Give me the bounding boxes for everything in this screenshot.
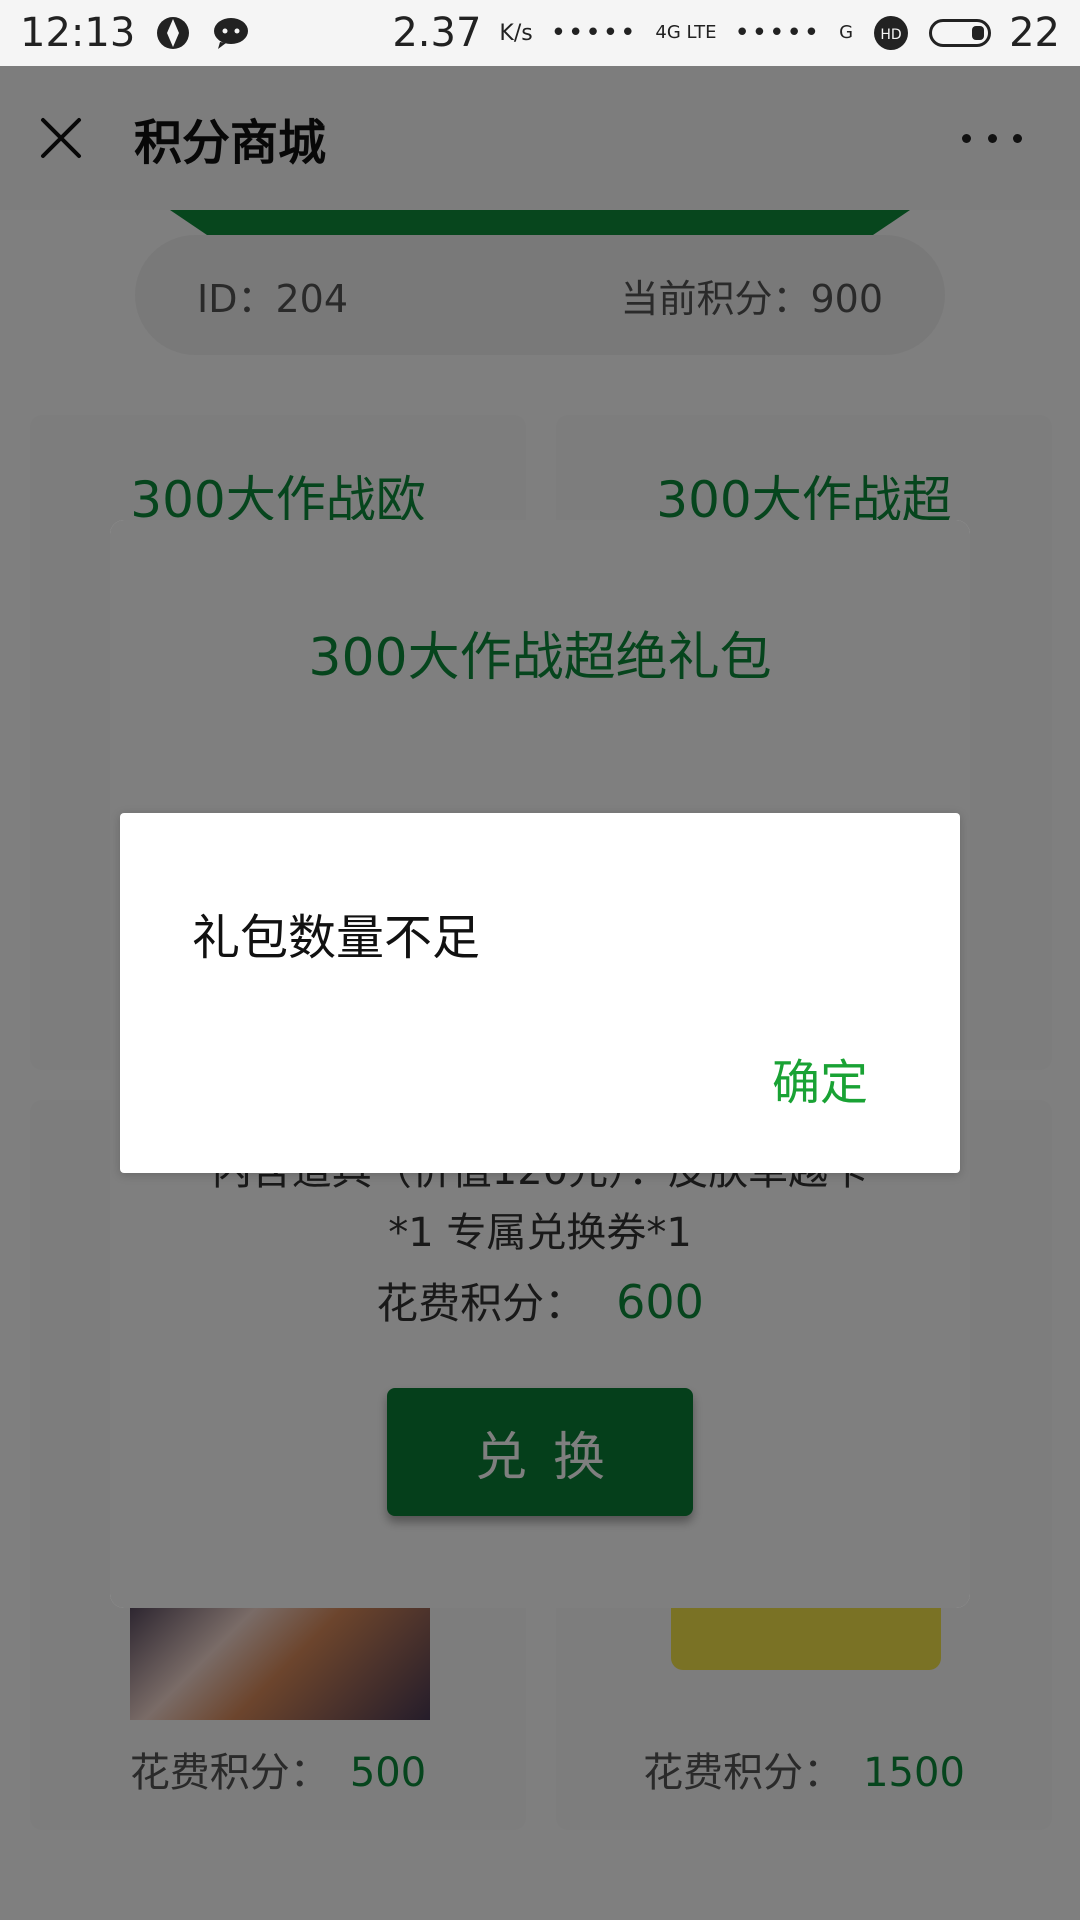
alert-message: 礼包数量不足 bbox=[192, 910, 481, 966]
svg-text:HD: HD bbox=[880, 27, 901, 43]
g-label: G bbox=[839, 22, 854, 43]
network-type: 4G LTE bbox=[655, 22, 717, 43]
status-bar-left: 12:13 bbox=[20, 10, 251, 56]
browser-icon bbox=[153, 13, 193, 53]
alert-dialog: 礼包数量不足 确定 bbox=[120, 813, 960, 1173]
hd-icon: HD bbox=[871, 13, 911, 53]
battery-icon bbox=[929, 19, 992, 47]
status-bar-right: 2.37 K/s ••••• 4G LTE ••••• G HD 22 bbox=[392, 10, 1060, 56]
confirm-button[interactable]: 确定 bbox=[772, 1043, 868, 1113]
network-speed: 2.37 bbox=[392, 10, 482, 56]
status-time: 12:13 bbox=[20, 10, 136, 56]
signal-strength-1: ••••• bbox=[550, 18, 638, 48]
wechat-icon bbox=[211, 13, 251, 53]
status-bar: 12:13 2.37 K/s ••••• 4G LTE ••••• G HD 2… bbox=[0, 0, 1080, 66]
network-speed-unit: K/s bbox=[499, 20, 533, 46]
signal-strength-2: ••••• bbox=[734, 18, 822, 48]
battery-level: 22 bbox=[1009, 10, 1060, 56]
